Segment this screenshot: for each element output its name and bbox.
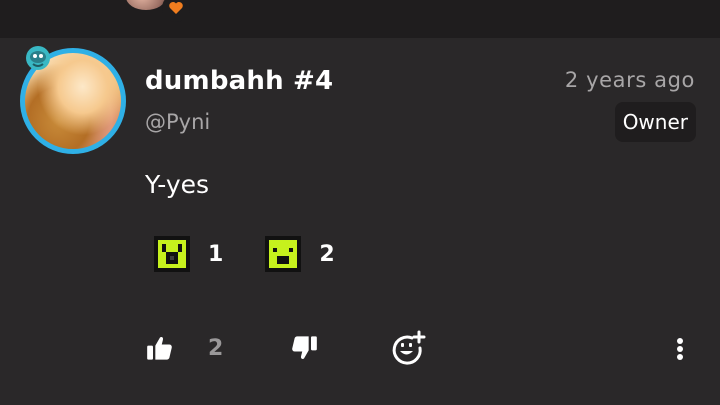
dislike-button[interactable] bbox=[290, 334, 318, 362]
add-emoji-icon bbox=[392, 330, 426, 365]
avatar[interactable] bbox=[20, 46, 126, 154]
previous-comment-avatar[interactable] bbox=[126, 0, 166, 10]
avatar-decoration-icon bbox=[24, 44, 52, 72]
timestamp: 2 years ago bbox=[564, 68, 695, 92]
more-options-button[interactable] bbox=[670, 336, 690, 364]
previous-comment-strip bbox=[0, 0, 720, 38]
green-pixel-face-icon bbox=[154, 236, 190, 272]
add-reaction-button[interactable] bbox=[390, 330, 426, 366]
reactions-row: 1 2 bbox=[154, 236, 371, 272]
reaction-chip[interactable]: 2 bbox=[265, 236, 335, 272]
user-handle[interactable]: @Pyni bbox=[145, 110, 210, 134]
reaction-count: 2 bbox=[319, 241, 335, 267]
like-count: 2 bbox=[208, 336, 224, 361]
reaction-count: 1 bbox=[208, 241, 224, 267]
owner-badge: Owner bbox=[614, 102, 696, 142]
reaction-chip[interactable]: 1 bbox=[154, 236, 223, 272]
thumbs-down-icon bbox=[292, 336, 317, 359]
thumbs-up-icon bbox=[147, 337, 172, 360]
heart-icon bbox=[162, 0, 190, 22]
green-pixel-face-icon bbox=[265, 236, 302, 272]
more-vertical-icon bbox=[677, 338, 683, 360]
comment-actions: 2 bbox=[0, 330, 720, 370]
username[interactable]: dumbahh #4 bbox=[145, 66, 333, 96]
comment-text: Y-yes bbox=[145, 170, 210, 199]
like-button[interactable] bbox=[146, 334, 174, 362]
owner-badge-label: Owner bbox=[622, 110, 688, 134]
